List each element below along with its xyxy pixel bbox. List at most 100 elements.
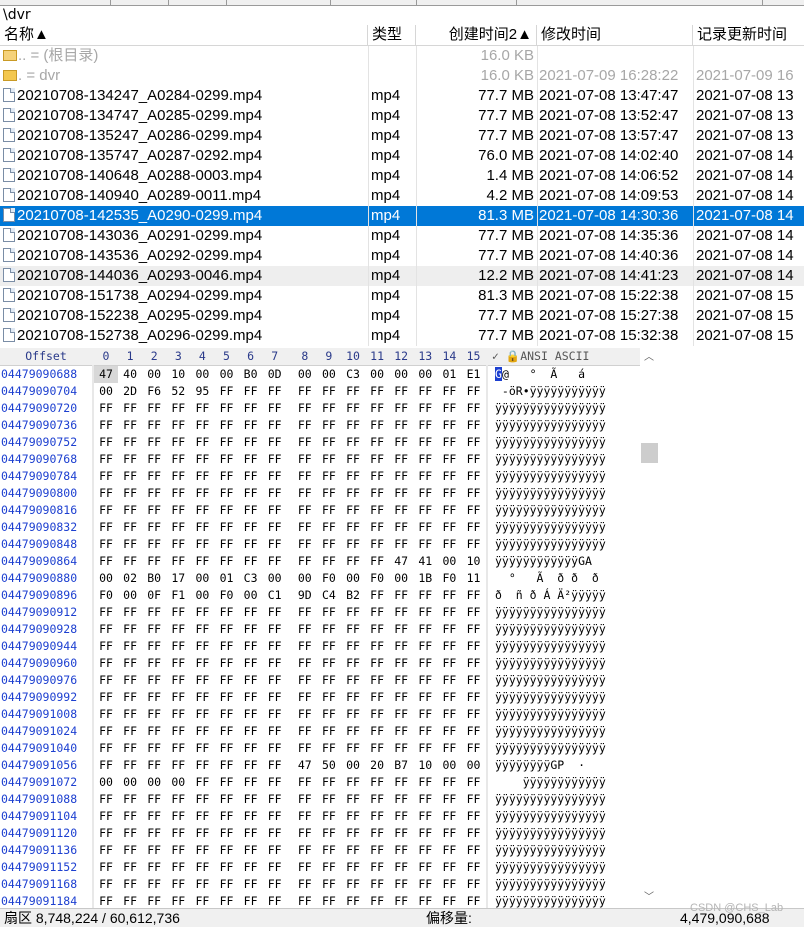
hex-byte[interactable]: FF: [118, 842, 142, 859]
hex-byte[interactable]: FF: [239, 485, 263, 502]
hex-byte[interactable]: FF: [389, 689, 413, 706]
hex-byte[interactable]: FF: [166, 791, 190, 808]
ascii-text[interactable]: ÿÿÿÿÿÿÿÿÿÿÿÿÿÿÿÿ: [495, 536, 606, 553]
hex-byte[interactable]: 10: [413, 757, 437, 774]
hex-byte[interactable]: FF: [142, 842, 166, 859]
hex-byte[interactable]: 20: [365, 757, 389, 774]
hex-byte[interactable]: 00: [118, 587, 142, 604]
hex-row[interactable]: 04479090688 47 40 00 10 00 00 B0 0D 00 00 C3 00 00 00 0…: [0, 366, 658, 383]
hex-byte[interactable]: 01: [437, 366, 461, 383]
hex-byte[interactable]: FF: [389, 842, 413, 859]
scroll-down-icon[interactable]: ﹀: [640, 890, 658, 906]
hex-byte[interactable]: FF: [190, 723, 214, 740]
hex-row[interactable]: 04479090928 FF FF FF FF FF FF FF FF FF FF FF FF FF FF F…: [0, 621, 658, 638]
hex-byte[interactable]: FF: [437, 825, 461, 842]
hex-byte[interactable]: FF: [437, 536, 461, 553]
hex-byte[interactable]: FF: [190, 774, 214, 791]
hex-byte[interactable]: FF: [215, 502, 239, 519]
hex-byte[interactable]: FF: [94, 621, 118, 638]
hex-byte[interactable]: FF: [365, 502, 389, 519]
hex-byte[interactable]: FF: [190, 485, 214, 502]
hex-byte[interactable]: FF: [215, 536, 239, 553]
hex-byte[interactable]: FF: [94, 655, 118, 672]
hex-byte[interactable]: FF: [437, 587, 461, 604]
hex-byte[interactable]: FF: [341, 519, 365, 536]
hex-byte[interactable]: F0: [94, 587, 118, 604]
hex-byte[interactable]: FF: [263, 706, 287, 723]
ascii-text[interactable]: ÿÿÿÿÿÿÿÿÿÿÿÿÿÿÿÿ: [495, 451, 606, 468]
hex-byte[interactable]: 00: [341, 757, 365, 774]
hex-byte[interactable]: FF: [341, 383, 365, 400]
hex-byte[interactable]: C3: [341, 366, 365, 383]
hex-byte[interactable]: FF: [94, 689, 118, 706]
hex-byte[interactable]: FF: [365, 417, 389, 434]
ascii-text[interactable]: ÿÿÿÿÿÿÿÿÿÿÿÿÿÿÿÿ: [495, 468, 606, 485]
hex-byte[interactable]: FF: [317, 876, 341, 893]
hex-byte[interactable]: FF: [293, 638, 317, 655]
hex-byte[interactable]: FF: [462, 859, 486, 876]
hex-byte[interactable]: FF: [293, 842, 317, 859]
hex-byte[interactable]: FF: [166, 400, 190, 417]
hex-byte[interactable]: FF: [389, 485, 413, 502]
hex-byte[interactable]: FF: [239, 638, 263, 655]
hex-byte[interactable]: FF: [462, 893, 486, 908]
hex-byte[interactable]: 00: [215, 366, 239, 383]
hex-byte[interactable]: FF: [389, 876, 413, 893]
hex-byte[interactable]: FF: [293, 723, 317, 740]
hex-byte[interactable]: FF: [341, 791, 365, 808]
hex-byte[interactable]: FF: [239, 502, 263, 519]
hex-byte[interactable]: FF: [462, 587, 486, 604]
hex-byte[interactable]: FF: [293, 434, 317, 451]
tab[interactable]: [110, 0, 169, 5]
hex-byte[interactable]: FF: [341, 706, 365, 723]
hex-byte[interactable]: FF: [293, 604, 317, 621]
ascii-text[interactable]: ÿÿÿÿÿÿÿÿÿÿÿÿÿÿÿÿ: [495, 672, 606, 689]
hex-byte[interactable]: FF: [94, 859, 118, 876]
hex-byte[interactable]: FF: [389, 536, 413, 553]
ascii-text[interactable]: ÿÿÿÿÿÿÿÿÿÿÿÿ: [495, 774, 606, 791]
hex-byte[interactable]: FF: [166, 876, 190, 893]
hex-byte[interactable]: 52: [166, 383, 190, 400]
hex-byte[interactable]: 2D: [118, 383, 142, 400]
hex-byte[interactable]: FF: [317, 553, 341, 570]
ascii-text[interactable]: ÿÿÿÿÿÿÿÿÿÿÿÿÿÿÿÿ: [495, 842, 606, 859]
hex-byte[interactable]: FF: [413, 519, 437, 536]
hex-byte[interactable]: FF: [413, 723, 437, 740]
hex-byte[interactable]: FF: [389, 519, 413, 536]
hex-byte[interactable]: FF: [142, 451, 166, 468]
hex-byte[interactable]: FF: [215, 400, 239, 417]
hex-byte[interactable]: FF: [437, 893, 461, 908]
hex-byte[interactable]: FF: [239, 400, 263, 417]
hex-byte[interactable]: FF: [293, 808, 317, 825]
hex-byte[interactable]: FF: [166, 434, 190, 451]
column-header-type[interactable]: 类型: [368, 25, 416, 45]
hex-editor[interactable]: Offset 0 1 2 3 4 5 6 7 8 9 10 11 12 13 14 15 ✓ 🔒ANSI AS…: [0, 348, 658, 908]
hex-byte[interactable]: 00: [190, 587, 214, 604]
hex-row[interactable]: 04479090960 FF FF FF FF FF FF FF FF FF FF FF FF FF FF F…: [0, 655, 658, 672]
hex-byte[interactable]: FF: [190, 638, 214, 655]
hex-byte[interactable]: FF: [317, 706, 341, 723]
hex-byte[interactable]: FF: [317, 536, 341, 553]
hex-byte[interactable]: FF: [263, 774, 287, 791]
hex-byte[interactable]: FF: [437, 859, 461, 876]
hex-byte[interactable]: FF: [263, 468, 287, 485]
hex-row[interactable]: 04479090736 FF FF FF FF FF FF FF FF FF FF FF FF FF FF F…: [0, 417, 658, 434]
hex-byte[interactable]: FF: [389, 808, 413, 825]
hex-byte[interactable]: FF: [190, 893, 214, 908]
hex-byte[interactable]: FF: [437, 808, 461, 825]
hex-byte[interactable]: FF: [215, 434, 239, 451]
hex-byte[interactable]: FF: [94, 519, 118, 536]
hex-byte[interactable]: FF: [317, 434, 341, 451]
hex-byte[interactable]: FF: [190, 604, 214, 621]
hex-row[interactable]: 04479090880 00 02 B0 17 00 01 C3 00 00 F0 00 F0 00 1B F…: [0, 570, 658, 587]
hex-byte[interactable]: FF: [437, 400, 461, 417]
hex-scrollbar[interactable]: ︿ ﹀: [640, 348, 658, 908]
hex-byte[interactable]: FF: [263, 808, 287, 825]
hex-byte[interactable]: FF: [413, 485, 437, 502]
ascii-text[interactable]: ÿÿÿÿÿÿÿÿÿÿÿÿÿÿÿÿ: [495, 434, 606, 451]
hex-byte[interactable]: FF: [142, 876, 166, 893]
hex-byte[interactable]: FF: [190, 502, 214, 519]
hex-byte[interactable]: FF: [142, 825, 166, 842]
hex-byte[interactable]: FF: [239, 604, 263, 621]
hex-byte[interactable]: FF: [293, 859, 317, 876]
